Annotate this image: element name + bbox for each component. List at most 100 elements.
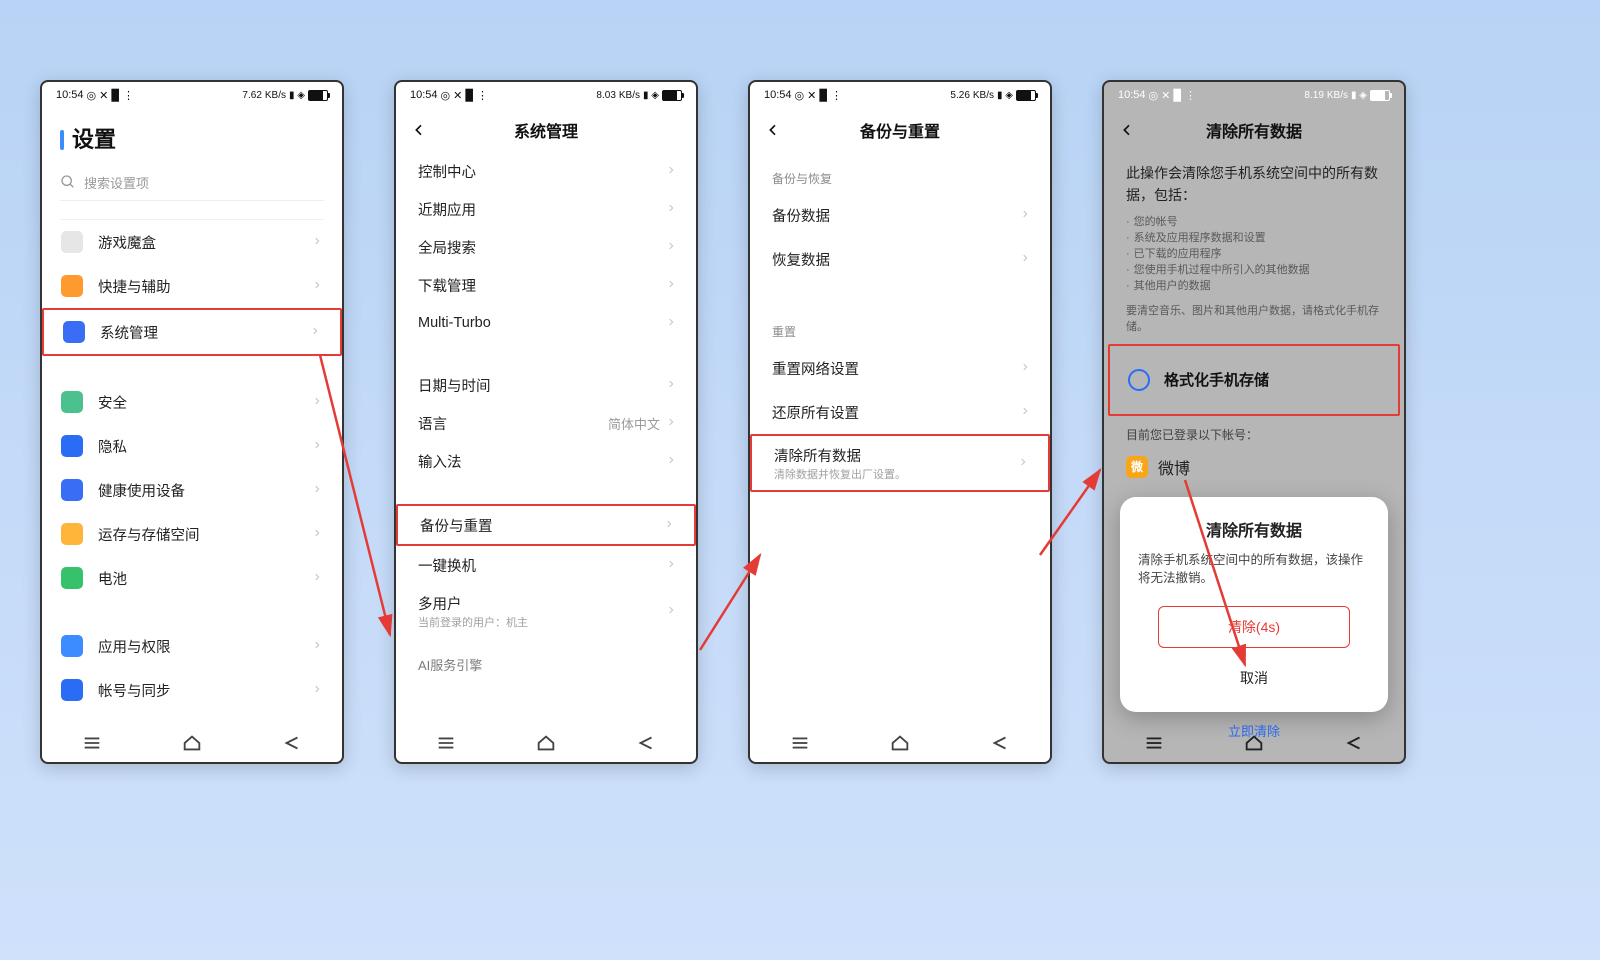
row-label: 快捷与辅助 [98,276,312,297]
backup-row-clearall[interactable]: 清除所有数据清除数据并恢复出厂设置。 [750,434,1050,492]
system-icon [62,320,86,344]
nav-bar [42,728,342,762]
chevron-right-icon [666,376,680,394]
sysmgmt-row-language[interactable]: 语言简体中文 [396,404,696,442]
phone-system-management: 10:54◎ ✕ ▉ ⋮ 8.03KB/s▮ ◈ 系统管理 控制中心近期应用全局… [394,80,698,764]
bullet-item: 您使用手机过程中所引入的其他数据 [1126,261,1382,277]
settings-row-game[interactable]: 游戏魔盒 [42,220,342,264]
apps-icon [60,634,84,658]
nav-back-icon[interactable] [1343,732,1365,759]
nav-home-icon[interactable] [1243,732,1265,759]
nav-recent-icon[interactable] [81,732,103,759]
bullet-item: 您的帐号 [1126,213,1382,229]
chevron-right-icon [1018,454,1032,472]
page-title: 设置 [42,108,342,160]
settings-row-shortcut[interactable]: 快捷与辅助 [42,264,342,308]
status-bar: 10:54◎ ✕ ▉ ⋮ 8.19KB/s▮ ◈ [1104,82,1404,108]
settings-row-apps[interactable]: 应用与权限 [42,624,342,668]
sysmgmt-row-backup[interactable]: 备份与重置 [396,504,696,546]
nav-back-icon[interactable] [635,732,657,759]
chevron-right-icon [312,233,326,251]
row-label: 控制中心 [418,161,666,182]
nav-bar [750,728,1050,762]
row-label: 清除所有数据清除数据并恢复出厂设置。 [774,445,1018,482]
page-title: 备份与重置 [860,118,940,142]
sysmgmt-row-clone[interactable]: 一键换机 [396,546,696,584]
settings-row-system[interactable]: 系统管理 [42,308,342,356]
backup-row-backupdata[interactable]: 备份数据 [750,193,1050,237]
sysmgmt-row-datetime[interactable]: 日期与时间 [396,366,696,404]
section-label: 备份与恢复 [750,152,1050,193]
row-label: 多用户当前登录的用户：机主 [418,593,666,630]
row-label: 应用与权限 [98,636,312,657]
search-input[interactable]: 搜索设置项 [60,164,324,201]
section-label: 重置 [750,305,1050,346]
sysmgmt-row-control[interactable]: 控制中心 [396,152,696,190]
chevron-right-icon [312,437,326,455]
clear-button[interactable]: 清除(4s) [1158,606,1350,648]
game-icon [60,230,84,254]
row-label: 健康使用设备 [98,480,312,501]
chevron-right-icon [666,314,680,332]
row-value: 简体中文 [608,414,660,433]
back-button[interactable] [750,108,796,152]
account-icon [60,678,84,702]
settings-row-health[interactable]: 健康使用设备 [42,468,342,512]
row-label: 输入法 [418,451,666,472]
back-button[interactable] [396,108,442,152]
chevron-right-icon [666,162,680,180]
chevron-right-icon [310,323,324,341]
note-text: 要清空音乐、图片和其他用户数据，请格式化手机存储。 [1104,299,1404,342]
confirm-dialog: 清除所有数据 清除手机系统空间中的所有数据，该操作将无法撤销。 清除(4s) 取… [1120,497,1388,713]
nav-back-icon[interactable] [281,732,303,759]
chevron-right-icon [312,393,326,411]
sysmgmt-row-ai[interactable]: AI服务引擎 [396,650,696,678]
bullet-item: 已下载的应用程序 [1126,245,1382,261]
nav-home-icon[interactable] [181,732,203,759]
intro-text: 此操作会清除您手机系统空间中的所有数据，包括： [1104,152,1404,211]
cancel-button[interactable]: 取消 [1138,658,1370,698]
settings-row-storage[interactable]: 运存与存储空间 [42,512,342,556]
bullet-list: 您的帐号系统及应用程序数据和设置已下载的应用程序您使用手机过程中所引入的其他数据… [1104,211,1404,299]
backup-row-restoredata[interactable]: 恢复数据 [750,237,1050,281]
page-title: 清除所有数据 [1206,118,1302,142]
account-name: 微博 [1158,455,1190,479]
chevron-right-icon [666,276,680,294]
backup-row-resetnet[interactable]: 重置网络设置 [750,346,1050,390]
shortcut-icon [60,274,84,298]
sysmgmt-row-input[interactable]: 输入法 [396,442,696,480]
nav-recent-icon[interactable] [435,732,457,759]
chevron-right-icon [312,569,326,587]
row-label: 日期与时间 [418,375,666,396]
settings-row-battery[interactable]: 电池 [42,556,342,600]
nav-back-icon[interactable] [989,732,1011,759]
row-label: 下载管理 [418,275,666,296]
nav-home-icon[interactable] [889,732,911,759]
chevron-right-icon [664,516,678,534]
backup-row-restoreall[interactable]: 还原所有设置 [750,390,1050,434]
sysmgmt-row-multiuser[interactable]: 多用户当前登录的用户：机主 [396,584,696,638]
row-label: 系统管理 [100,322,310,343]
sysmgmt-row-multiturbo[interactable]: Multi-Turbo [396,304,696,342]
nav-recent-icon[interactable] [789,732,811,759]
format-storage-row[interactable]: 格式化手机存储 [1108,344,1400,416]
privacy-icon [60,434,84,458]
row-label: 帐号与同步 [98,680,312,701]
back-button[interactable] [1104,108,1150,152]
sysmgmt-row-recent[interactable]: 近期应用 [396,190,696,228]
row-label: 游戏魔盒 [98,232,312,253]
settings-row-privacy[interactable]: 隐私 [42,424,342,468]
status-bar: 10:54◎ ✕ ▉ ⋮ 5.26KB/s▮ ◈ [750,82,1050,108]
chevron-right-icon [1020,359,1034,377]
row-sublabel: 清除数据并恢复出厂设置。 [774,466,1018,482]
weibo-icon: 微 [1126,456,1148,478]
row-label: 运存与存储空间 [98,524,312,545]
nav-recent-icon[interactable] [1143,732,1165,759]
phone-backup-reset: 10:54◎ ✕ ▉ ⋮ 5.26KB/s▮ ◈ 备份与重置 备份与恢复备份数据… [748,80,1052,764]
sysmgmt-row-globalsearch[interactable]: 全局搜索 [396,228,696,266]
sysmgmt-row-download[interactable]: 下载管理 [396,266,696,304]
status-bar: 10:54◎ ✕ ▉ ⋮ 8.03KB/s▮ ◈ [396,82,696,108]
settings-row-security[interactable]: 安全 [42,380,342,424]
nav-home-icon[interactable] [535,732,557,759]
settings-row-account[interactable]: 帐号与同步 [42,668,342,712]
